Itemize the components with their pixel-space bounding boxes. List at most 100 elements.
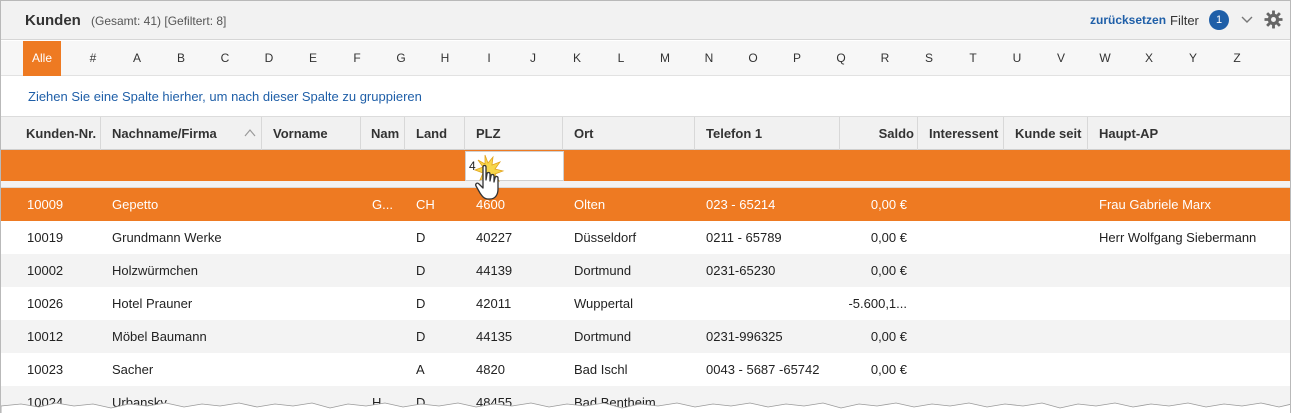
- alphabet-letter-a[interactable]: A: [122, 41, 152, 76]
- alphabet-letter-c[interactable]: C: [210, 41, 240, 76]
- cell-land: D: [416, 296, 426, 311]
- alphabet-letter-m[interactable]: M: [650, 41, 680, 76]
- alphabet-letter-u[interactable]: U: [1002, 41, 1032, 76]
- alphabet-letter-r[interactable]: R: [870, 41, 900, 76]
- alphabet-letter-s[interactable]: S: [914, 41, 944, 76]
- alphabet-letter-hash[interactable]: #: [78, 41, 108, 76]
- cell-kundennr: 10009: [27, 197, 64, 212]
- group-by-drop-zone[interactable]: Ziehen Sie eine Spalte hierher, um nach …: [28, 89, 422, 104]
- column-header-haupt-ap[interactable]: Haupt-AP: [1088, 117, 1290, 150]
- cell-land: CH: [416, 197, 435, 212]
- column-header-interessent[interactable]: Interessent: [918, 117, 1004, 150]
- alphabet-letter-x[interactable]: X: [1134, 41, 1164, 76]
- cell-kundennr: 10012: [27, 329, 64, 344]
- alphabet-letter-t[interactable]: T: [958, 41, 988, 76]
- cell-haupt-ap: Herr Wolfgang Siebermann: [1099, 230, 1257, 245]
- cell-telefon: [706, 287, 836, 320]
- table-row[interactable]: 10009 Gepetto G... CH 4600 Olten 023 - 65214 0,…: [1, 188, 1290, 221]
- cell-ort: Olten: [574, 197, 606, 212]
- table-row[interactable]: 10026 Hotel Prauner D 42011 Wuppertal -5.600,…: [1, 287, 1290, 320]
- column-header-nachname[interactable]: Nachname/Firma: [101, 117, 262, 150]
- record-counts: (Gesamt: 41) [Gefiltert: 8]: [91, 14, 227, 28]
- cell-ort: Bad Ischl: [574, 362, 628, 377]
- cell-kundennr: 10002: [27, 263, 64, 278]
- column-header-vorname[interactable]: Vorname: [262, 117, 361, 150]
- cell-vorname: [273, 254, 358, 287]
- cell-vorname: [273, 353, 358, 386]
- cell-vorname: [273, 188, 358, 221]
- cell-haupt-ap: [1099, 287, 1284, 320]
- sort-ascending-icon[interactable]: [244, 128, 256, 137]
- cell-kunde-seit: [1015, 188, 1085, 221]
- cell-saldo: -5.600,1...: [848, 296, 907, 311]
- alphabet-letter-d[interactable]: D: [254, 41, 284, 76]
- alphabet-filter-bar: Alle # A B C D E F G H I J K L M N O P Q R S T U V W X Y Z: [1, 41, 1290, 76]
- filter-label[interactable]: Filter: [1170, 13, 1199, 28]
- cell-nachname: Gepetto: [112, 197, 159, 212]
- alphabet-letter-f[interactable]: F: [342, 41, 372, 76]
- alphabet-letter-l[interactable]: L: [606, 41, 636, 76]
- alphabet-letter-b[interactable]: B: [166, 41, 196, 76]
- column-header-row: Kunden-Nr. Nachname/Firma Vorname Nam La…: [1, 116, 1290, 150]
- cell-vorname: [273, 287, 358, 320]
- chevron-down-icon[interactable]: [1240, 13, 1254, 27]
- column-header-telefon[interactable]: Telefon 1: [695, 117, 840, 150]
- cell-telefon: 0043 - 5687 -65742: [706, 362, 820, 377]
- column-header-kundennr[interactable]: Kunden-Nr.: [16, 117, 101, 150]
- cell-land: D: [416, 329, 426, 344]
- cell-kunde-seit: [1015, 287, 1085, 320]
- filter-row-separator: [1, 181, 1290, 188]
- cell-haupt-ap: Frau Gabriele Marx: [1099, 197, 1211, 212]
- alphabet-letter-o[interactable]: O: [738, 41, 768, 76]
- cell-ort: Wuppertal: [574, 296, 634, 311]
- column-header-kunde-seit[interactable]: Kunde seit: [1004, 117, 1088, 150]
- alphabet-letter-v[interactable]: V: [1046, 41, 1076, 76]
- alphabet-letter-y[interactable]: Y: [1178, 41, 1208, 76]
- cell-saldo: 0,00 €: [870, 263, 907, 278]
- hand-pointer-cursor-icon: [473, 154, 505, 200]
- cell-plz: 4820: [476, 362, 505, 377]
- alphabet-all-button[interactable]: Alle: [23, 41, 61, 76]
- alphabet-letter-h[interactable]: H: [430, 41, 460, 76]
- reset-filter-link[interactable]: zurücksetzen: [1090, 13, 1166, 27]
- table-row[interactable]: 10012 Möbel Baumann D 44135 Dortmund 0231-996…: [1, 320, 1290, 353]
- cell-nam: [372, 254, 402, 287]
- alphabet-letter-i[interactable]: I: [474, 41, 504, 76]
- column-header-land[interactable]: Land: [405, 117, 465, 150]
- alphabet-letter-w[interactable]: W: [1090, 41, 1120, 76]
- cell-interessent: [929, 287, 1001, 320]
- table-row[interactable]: 10019 Grundmann Werke D 40227 Düsseldorf 0211…: [1, 221, 1290, 254]
- table-row[interactable]: 10023 Sacher A 4820 Bad Ischl 0043 - 5687 -65…: [1, 353, 1290, 386]
- alphabet-letter-k[interactable]: K: [562, 41, 592, 76]
- alphabet-letter-g[interactable]: G: [386, 41, 416, 76]
- alphabet-letter-q[interactable]: Q: [826, 41, 856, 76]
- cell-interessent: [929, 221, 1001, 254]
- cell-nachname: Möbel Baumann: [112, 329, 207, 344]
- alphabet-letter-z[interactable]: Z: [1222, 41, 1252, 76]
- filter-count-badge[interactable]: 1: [1209, 10, 1229, 30]
- cell-nachname: Holzwürmchen: [112, 263, 198, 278]
- gear-icon[interactable]: [1264, 10, 1283, 29]
- filter-row: [1, 150, 1290, 181]
- cell-vorname: [273, 320, 358, 353]
- cell-plz: 42011: [476, 296, 512, 311]
- cell-plz: 40227: [476, 230, 513, 245]
- column-header-nam[interactable]: Nam: [361, 117, 405, 150]
- cell-nam: [372, 353, 402, 386]
- alphabet-letter-n[interactable]: N: [694, 41, 724, 76]
- page-title: Kunden: [25, 12, 81, 29]
- cell-plz: 44139: [476, 263, 513, 278]
- cell-nachname: Hotel Prauner: [112, 296, 193, 311]
- column-header-saldo[interactable]: Saldo: [840, 117, 918, 150]
- cell-saldo: 0,00 €: [870, 362, 907, 377]
- cell-nam: [372, 221, 402, 254]
- cell-land: D: [416, 230, 426, 245]
- torn-edge-decoration: [1, 402, 1290, 413]
- alphabet-letter-j[interactable]: J: [518, 41, 548, 76]
- table-row[interactable]: 10002 Holzwürmchen D 44139 Dortmund 0231-6523…: [1, 254, 1290, 287]
- alphabet-letter-e[interactable]: E: [298, 41, 328, 76]
- alphabet-letter-p[interactable]: P: [782, 41, 812, 76]
- column-header-plz[interactable]: PLZ: [465, 117, 563, 150]
- column-header-ort[interactable]: Ort: [563, 117, 695, 150]
- customer-grid-window: Kunden (Gesamt: 41) [Gefiltert: 8] zurüc…: [0, 0, 1291, 413]
